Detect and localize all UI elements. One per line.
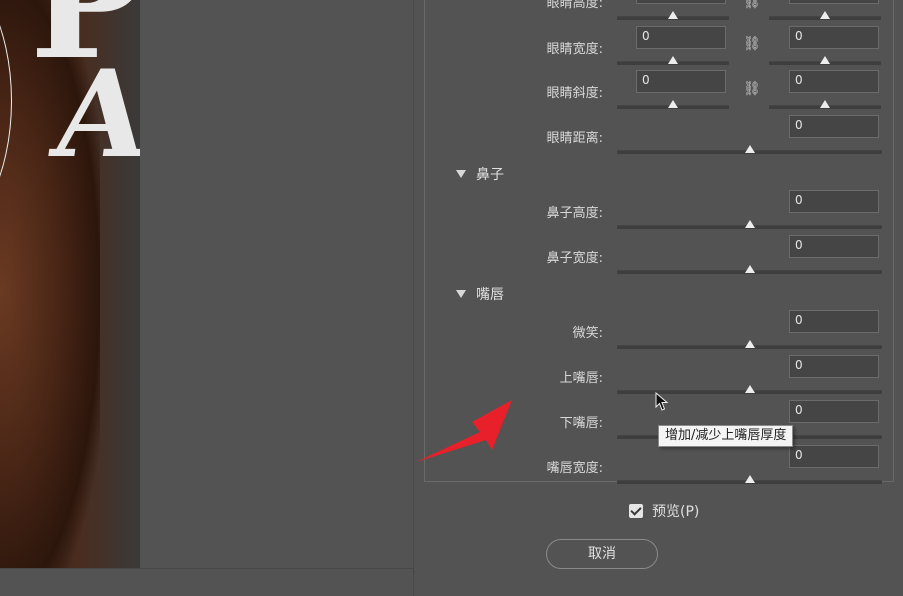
lower-lip-input[interactable]: 0 <box>789 400 879 423</box>
triangle-down-icon <box>456 170 466 178</box>
background-letter-a: A <box>45 44 140 185</box>
eye-height-left-input[interactable]: 0 <box>636 0 726 4</box>
eye-width-right-input[interactable]: 0 <box>789 26 879 49</box>
triangle-down-icon <box>456 290 466 298</box>
preview-checkbox[interactable]: 预览(P) <box>629 501 699 521</box>
mouse-pointer-icon <box>655 392 669 411</box>
nose-height-input[interactable]: 0 <box>789 190 879 213</box>
nose-section-title: 鼻子 <box>476 167 504 183</box>
slider-thumb[interactable] <box>744 145 755 153</box>
nose-height-slider[interactable] <box>617 220 882 229</box>
slider-thumb[interactable] <box>820 100 830 108</box>
nose-width-input[interactable]: 0 <box>789 235 879 258</box>
slider-thumb[interactable] <box>744 475 755 483</box>
slider-thumb[interactable] <box>820 56 830 64</box>
eye-width-right-slider[interactable] <box>769 56 881 65</box>
slider-thumb[interactable] <box>668 11 678 19</box>
upper-lip-tooltip: 增加/减少上嘴唇厚度 <box>658 425 794 447</box>
slider-thumb[interactable] <box>744 385 755 393</box>
chain-link-icon[interactable]: ⛓ <box>743 0 761 10</box>
nose-width-label: 鼻子宽度: <box>546 251 603 266</box>
cancel-button[interactable]: 取消 <box>546 539 658 569</box>
slider-thumb[interactable] <box>744 220 755 228</box>
smile-slider[interactable] <box>617 340 882 349</box>
eye-width-label: 眼睛宽度: <box>546 42 603 57</box>
mouth-width-label: 嘴唇宽度: <box>546 461 603 476</box>
eye-tilt-left-input[interactable]: 0 <box>636 70 726 93</box>
mouth-section-header[interactable]: 嘴唇 <box>456 284 504 304</box>
canvas-bottom-rule <box>0 568 413 569</box>
lower-lip-label: 下嘴唇: <box>559 416 603 431</box>
eye-height-right-slider[interactable] <box>769 11 881 20</box>
red-arrow-icon <box>416 400 512 462</box>
nose-height-label: 鼻子高度: <box>546 206 603 221</box>
chain-link-icon[interactable]: ⛓ <box>743 81 761 97</box>
slider-thumb[interactable] <box>744 265 755 273</box>
eye-height-right-input[interactable]: 0 <box>789 0 879 4</box>
eye-height-label: 眼睛高度: <box>546 0 603 11</box>
mouth-section-title: 嘴唇 <box>476 287 504 303</box>
chain-link-icon[interactable]: ⛓ <box>743 36 761 52</box>
eye-tilt-left-slider[interactable] <box>617 100 729 109</box>
slider-thumb[interactable] <box>668 56 678 64</box>
mouth-width-input[interactable]: 0 <box>789 445 879 468</box>
eye-tilt-right-slider[interactable] <box>769 100 881 109</box>
preview-label: 预览(P) <box>652 504 700 520</box>
slider-thumb[interactable] <box>668 100 678 108</box>
slider-thumb[interactable] <box>744 340 755 348</box>
upper-lip-input[interactable]: 0 <box>789 355 879 378</box>
eye-distance-slider[interactable] <box>617 145 882 154</box>
panel-divider <box>413 0 414 596</box>
mouth-width-slider[interactable] <box>617 475 882 484</box>
slider-thumb[interactable] <box>820 11 830 19</box>
smile-input[interactable]: 0 <box>789 310 879 333</box>
nose-width-slider[interactable] <box>617 265 882 274</box>
image-canvas[interactable]: P A <box>0 0 140 568</box>
eye-width-left-input[interactable]: 0 <box>636 26 726 49</box>
nose-section-header[interactable]: 鼻子 <box>456 164 504 184</box>
checkbox-checked-icon[interactable] <box>629 504 643 518</box>
eye-tilt-right-input[interactable]: 0 <box>789 70 879 93</box>
smile-label: 微笑: <box>572 326 603 341</box>
eye-distance-label: 眼睛距离: <box>546 131 603 146</box>
eye-width-left-slider[interactable] <box>617 56 729 65</box>
eye-height-left-slider[interactable] <box>617 11 729 20</box>
eye-tilt-label: 眼睛斜度: <box>546 86 603 101</box>
upper-lip-label: 上嘴唇: <box>559 371 603 386</box>
eye-distance-input[interactable]: 0 <box>789 115 879 138</box>
